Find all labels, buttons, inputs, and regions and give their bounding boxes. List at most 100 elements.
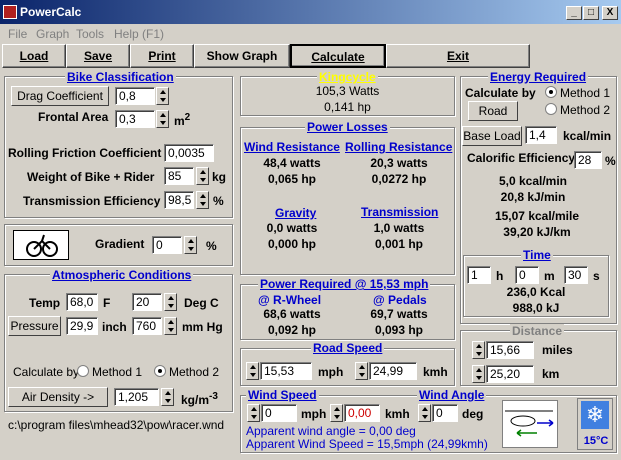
menu-graph[interactable]: Graph xyxy=(36,27,69,41)
maximize-button[interactable]: □ xyxy=(583,6,599,20)
calculate-label: Calculate xyxy=(311,50,365,64)
calorific-efficiency-unit: % xyxy=(605,154,616,168)
time-minutes-unit: m xyxy=(544,269,555,283)
pressure-button[interactable]: Pressure xyxy=(8,316,61,336)
window-title: PowerCalc xyxy=(20,5,82,19)
distance-miles-unit: miles xyxy=(542,343,573,357)
temp-f-input[interactable]: 68,0 xyxy=(66,293,98,311)
wind-mph-input[interactable]: 0 xyxy=(261,404,297,422)
exit-button[interactable]: Exit xyxy=(386,44,530,68)
load-button[interactable]: Load xyxy=(2,44,66,68)
gradient-label: Gradient xyxy=(95,237,145,251)
save-button[interactable]: Save xyxy=(66,44,130,68)
transmission-title: Transmission xyxy=(359,205,441,219)
base-load-input[interactable]: 1,4 xyxy=(525,126,557,144)
r-wheel-watts: 68,6 watts xyxy=(263,307,321,321)
energy-kcal-min: 5,0 kcal/min xyxy=(498,174,568,188)
load-label: Load xyxy=(19,49,49,63)
distance-km-spinner[interactable] xyxy=(472,365,485,383)
gravity-hp: 0,000 hp xyxy=(267,237,317,251)
gravity-title: Gravity xyxy=(273,206,319,220)
drag-coefficient-spinner[interactable] xyxy=(156,87,169,105)
pressure-mm-input[interactable]: 760 xyxy=(132,317,162,335)
show-graph-button[interactable]: Show Graph xyxy=(194,44,290,68)
file-path: c:\program files\mhead32\pow\racer.wnd xyxy=(8,418,225,432)
energy-kj-min: 20,8 kJ/min xyxy=(500,190,566,204)
wind-kmh-spinner[interactable] xyxy=(330,404,343,422)
distance-miles-input[interactable]: 15,66 xyxy=(486,341,534,359)
temp-c-input[interactable]: 20 xyxy=(132,293,162,311)
exit-label: Exit xyxy=(446,49,469,63)
frontal-area-label: Frontal Area xyxy=(38,110,109,124)
weight-input[interactable]: 85 xyxy=(164,167,194,185)
transmission-efficiency-spinner[interactable] xyxy=(196,191,209,209)
transmission-efficiency-input[interactable]: 98,5 xyxy=(164,191,194,209)
wind-resistance-hp: 0,065 hp xyxy=(267,172,317,186)
wind-mph-spinner[interactable] xyxy=(247,404,260,422)
rolling-resistance-title: Rolling Resistance xyxy=(343,140,455,154)
temperature-badge: ❄ 15°C xyxy=(577,398,613,450)
weight-label: Weight of Bike + Rider xyxy=(27,170,155,184)
transmission-efficiency-label: Transmission Efficiency xyxy=(23,194,161,208)
distance-miles-spinner[interactable] xyxy=(472,341,485,359)
air-density-spinner[interactable] xyxy=(161,388,174,406)
road-button[interactable]: Road xyxy=(468,101,518,121)
kingcycle-watts: 105,3 Watts xyxy=(315,84,380,98)
road-kmh-spinner[interactable] xyxy=(355,362,368,380)
time-minutes-input[interactable]: 0 xyxy=(515,266,539,284)
temp-c-unit: Deg C xyxy=(184,296,219,310)
title-bar: PowerCalc _ □ X xyxy=(0,0,621,24)
power-losses-title: Power Losses xyxy=(305,120,390,134)
distance-km-unit: km xyxy=(542,367,560,381)
distance-title: Distance xyxy=(510,324,565,338)
calorific-efficiency-input[interactable]: 28 xyxy=(574,151,602,169)
transmission-hp: 0,001 hp xyxy=(374,237,424,251)
temperature-value: 15°C xyxy=(583,435,609,447)
drag-coefficient-input[interactable]: 0,8 xyxy=(115,87,155,105)
pedals-hp: 0,093 hp xyxy=(374,323,424,337)
atmo-calc-by-label: Calculate by xyxy=(13,365,80,379)
frontal-area-spinner[interactable] xyxy=(156,110,169,128)
atmo-method2-radio[interactable] xyxy=(154,365,166,377)
time-title: Time xyxy=(521,248,553,262)
minimize-button[interactable]: _ xyxy=(566,6,582,20)
close-button[interactable]: X xyxy=(602,6,618,20)
gradient-spinner[interactable] xyxy=(184,236,197,254)
wind-angle-spinner[interactable] xyxy=(418,404,431,422)
print-button[interactable]: Print xyxy=(130,44,194,68)
kingcycle-title: Kingcycle xyxy=(317,70,378,84)
time-seconds-input[interactable]: 30 xyxy=(564,266,588,284)
energy-method1-radio[interactable] xyxy=(545,86,557,98)
gradient-input[interactable]: 0 xyxy=(152,236,182,254)
menu-tools[interactable]: Tools xyxy=(76,27,104,41)
energy-method2-radio[interactable] xyxy=(545,103,557,115)
temp-c-spinner[interactable] xyxy=(164,293,177,311)
time-hours-input[interactable]: 1 xyxy=(467,266,491,284)
air-unit-text: kg/m xyxy=(181,393,210,407)
app-icon xyxy=(3,5,17,19)
air-density-input[interactable]: 1,205 xyxy=(114,388,159,406)
snowflake-icon: ❄ xyxy=(581,401,609,429)
time-seconds-unit: s xyxy=(593,269,600,283)
road-mph-spinner[interactable] xyxy=(246,362,259,380)
drag-coefficient-button[interactable]: Drag Coefficient xyxy=(11,86,109,106)
air-density-button[interactable]: Air Density -> xyxy=(8,387,108,407)
weight-spinner[interactable] xyxy=(196,167,209,185)
road-kmh-input[interactable]: 24,99 xyxy=(369,362,417,380)
frontal-area-input[interactable]: 0,3 xyxy=(115,110,155,128)
menu-file[interactable]: File xyxy=(8,27,27,41)
pressure-mm-spinner[interactable] xyxy=(164,317,177,335)
road-mph-input[interactable]: 15,53 xyxy=(260,362,312,380)
atmo-method1-radio[interactable] xyxy=(77,365,89,377)
pressure-inch-input[interactable]: 29,9 xyxy=(66,317,98,335)
distance-km-input[interactable]: 25,20 xyxy=(486,365,534,383)
wind-kmh-input[interactable]: 0,00 xyxy=(344,404,380,422)
area-unit-text: m xyxy=(174,114,185,128)
menu-help[interactable]: Help (F1) xyxy=(114,27,164,41)
transmission-watts: 1,0 watts xyxy=(373,221,425,235)
calculate-button[interactable]: Calculate xyxy=(290,44,386,68)
rolling-friction-input[interactable]: 0,0035 xyxy=(164,144,214,162)
wind-angle-input[interactable]: 0 xyxy=(432,404,458,422)
road-kmh-unit: kmh xyxy=(423,365,448,379)
base-load-button[interactable]: Base Load xyxy=(462,126,522,146)
